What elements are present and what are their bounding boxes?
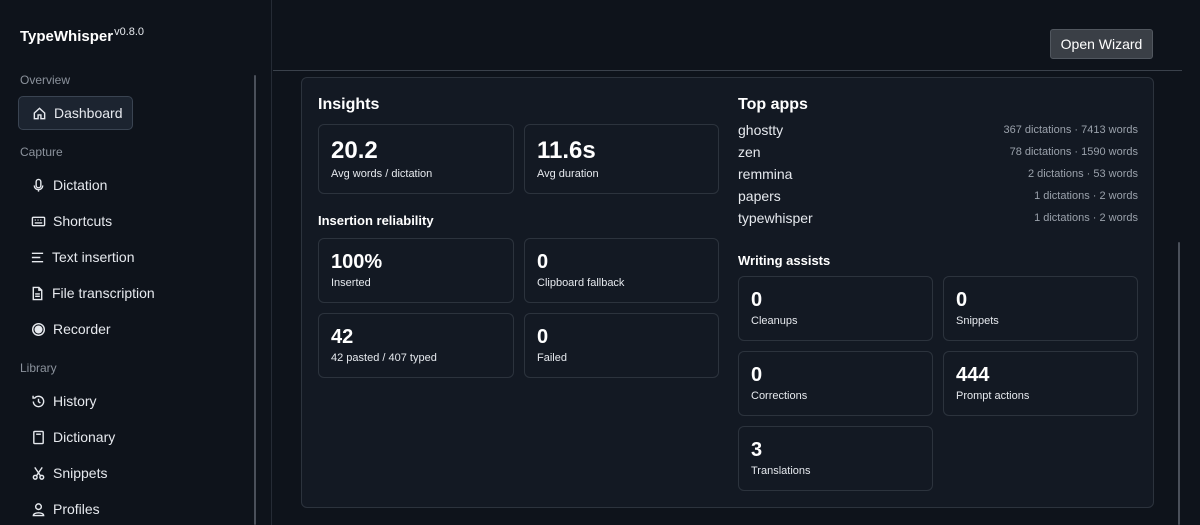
inserted-value: 100%	[331, 251, 383, 273]
prompt-actions-value: 444	[956, 364, 990, 386]
sidebar-item-label: Profiles	[53, 501, 100, 517]
app-version: v0.8.0	[114, 26, 145, 38]
open-wizard-button[interactable]: Open Wizard	[1050, 29, 1153, 59]
sidebar-item-label: File transcription	[52, 285, 155, 301]
sidebar-item-label: Snippets	[53, 465, 108, 481]
avg-words-card: 20.2 Avg words / dictation	[318, 124, 514, 194]
microphone-icon	[30, 177, 46, 193]
sidebar-item-dictation[interactable]: Dictation	[18, 168, 133, 202]
app-name: papers	[738, 188, 781, 204]
avg-words-value: 20.2	[331, 137, 378, 164]
clipboard-fallback-label: Clipboard fallback	[537, 277, 625, 289]
sidebar-item-history[interactable]: History	[18, 384, 133, 418]
failed-card: 0 Failed	[524, 313, 719, 378]
user-icon	[30, 501, 46, 517]
cleanups-value: 0	[751, 289, 763, 311]
pasted-card: 42 42 pasted / 407 typed	[318, 313, 514, 378]
app-title: TypeWhisperv0.8.0	[20, 26, 144, 45]
scissors-icon	[30, 465, 46, 481]
app-name: typewhisper	[738, 210, 813, 226]
section-capture: Capture	[20, 145, 63, 159]
sidebar-item-shortcuts[interactable]: Shortcuts	[18, 204, 133, 238]
sidebar-item-file-transcription[interactable]: File transcription	[18, 276, 155, 310]
app-stat: 2 dictations · 53 words	[1027, 168, 1138, 180]
sidebar-item-snippets[interactable]: Snippets	[18, 456, 133, 490]
inserted-card: 100% Inserted	[318, 238, 514, 303]
sidebar-item-label: Shortcuts	[53, 213, 113, 229]
reliability-title: Insertion reliability	[318, 213, 434, 228]
insights-title: Insights	[318, 96, 380, 113]
app-name: zen	[738, 144, 761, 160]
sidebar-item-label: History	[53, 393, 97, 409]
sidebar-item-dictionary[interactable]: Dictionary	[18, 420, 133, 454]
text-lines-icon	[30, 249, 45, 265]
corrections-value: 0	[751, 364, 763, 386]
sidebar-item-dashboard[interactable]: Dashboard	[18, 96, 133, 130]
clipboard-fallback-value: 0	[537, 251, 549, 273]
sidebar-item-label: Dictation	[53, 177, 108, 193]
pasted-label: 42 pasted / 407 typed	[331, 352, 437, 364]
header-divider	[273, 70, 1182, 71]
app-stat: 367 dictations · 7413 words	[1003, 124, 1138, 136]
snippets-card: 0 Snippets	[943, 276, 1138, 341]
keyboard-icon	[30, 213, 46, 229]
list-item: ghostty 367 dictations · 7413 words	[738, 122, 1138, 142]
cleanups-label: Cleanups	[751, 315, 798, 327]
app-stat: 78 dictations · 1590 words	[1009, 146, 1138, 158]
failed-label: Failed	[537, 352, 567, 364]
sidebar-item-recorder[interactable]: Recorder	[18, 312, 133, 346]
sidebar-item-text-insertion[interactable]: Text insertion	[18, 240, 135, 274]
clipboard-fallback-card: 0 Clipboard fallback	[524, 238, 719, 303]
sidebar: TypeWhisperv0.8.0 Overview Dashboard Cap…	[0, 0, 272, 525]
list-item: papers 1 dictations · 2 words	[738, 188, 1138, 208]
failed-value: 0	[537, 326, 549, 348]
sidebar-item-label: Recorder	[53, 321, 111, 337]
main-scrollbar[interactable]	[1178, 242, 1180, 525]
corrections-label: Corrections	[751, 390, 808, 402]
app-name: ghostty	[738, 122, 784, 138]
prompt-actions-label: Prompt actions	[956, 390, 1030, 402]
prompt-actions-card: 444 Prompt actions	[943, 351, 1138, 416]
avg-duration-card: 11.6s Avg duration	[524, 124, 719, 194]
app-stat: 1 dictations · 2 words	[1034, 190, 1138, 202]
record-icon	[30, 321, 46, 337]
book-icon	[30, 429, 46, 445]
app-stat: 1 dictations · 2 words	[1034, 212, 1138, 224]
inserted-label: Inserted	[331, 277, 371, 289]
list-item: typewhisper 1 dictations · 2 words	[738, 210, 1138, 230]
file-icon	[30, 285, 45, 301]
sidebar-item-label: Text insertion	[52, 249, 135, 265]
app-name: remmina	[738, 166, 793, 182]
list-item: zen 78 dictations · 1590 words	[738, 144, 1138, 164]
section-overview: Overview	[20, 73, 71, 87]
corrections-card: 0 Corrections	[738, 351, 933, 416]
avg-duration-label: Avg duration	[537, 168, 599, 180]
avg-words-label: Avg words / dictation	[331, 168, 433, 180]
snippets-value: 0	[956, 289, 968, 311]
cleanups-card: 0 Cleanups	[738, 276, 933, 341]
sidebar-item-label: Dictionary	[53, 429, 116, 445]
app-name: TypeWhisper	[20, 28, 114, 45]
pasted-value: 42	[331, 326, 354, 348]
history-icon	[30, 393, 46, 409]
home-icon	[31, 105, 47, 121]
snippets-label: Snippets	[956, 315, 999, 327]
dashboard-panel: Insights 20.2 Avg words / dictation 11.6…	[301, 77, 1154, 508]
sidebar-item-profiles[interactable]: Profiles	[18, 492, 133, 525]
writing-assists-title: Writing assists	[738, 253, 831, 268]
translations-value: 3	[751, 439, 763, 461]
list-item: remmina 2 dictations · 53 words	[738, 166, 1138, 186]
top-apps-title: Top apps	[738, 96, 808, 113]
avg-duration-value: 11.6s	[537, 137, 596, 164]
sidebar-item-label: Dashboard	[54, 105, 123, 121]
translations-label: Translations	[751, 465, 811, 477]
section-library: Library	[20, 361, 57, 375]
sidebar-scrollbar[interactable]	[254, 75, 256, 525]
translations-card: 3 Translations	[738, 426, 933, 491]
